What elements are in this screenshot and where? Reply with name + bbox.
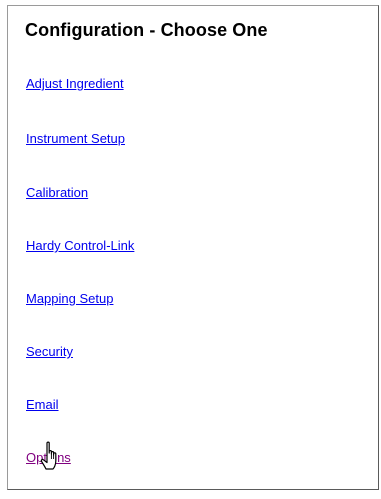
calibration-link[interactable]: Calibration [26,185,88,200]
hardy-control-link-link[interactable]: Hardy Control-Link [26,238,134,253]
list-item: Email [26,396,59,414]
mapping-setup-link[interactable]: Mapping Setup [26,291,113,306]
page-title: Configuration - Choose One [25,20,268,40]
security-link[interactable]: Security [26,344,73,359]
instrument-setup-link[interactable]: Instrument Setup [26,131,125,146]
hand-pointer-icon [40,441,66,471]
email-link[interactable]: Email [26,397,59,412]
list-item: Hardy Control-Link [26,237,134,255]
list-item: Security [26,343,73,361]
list-item: Instrument Setup [26,130,125,148]
list-item: Mapping Setup [26,290,113,308]
adjust-ingredient-link[interactable]: Adjust Ingredient [26,76,124,91]
list-item: Adjust Ingredient [26,75,124,93]
list-item: Calibration [26,184,88,202]
